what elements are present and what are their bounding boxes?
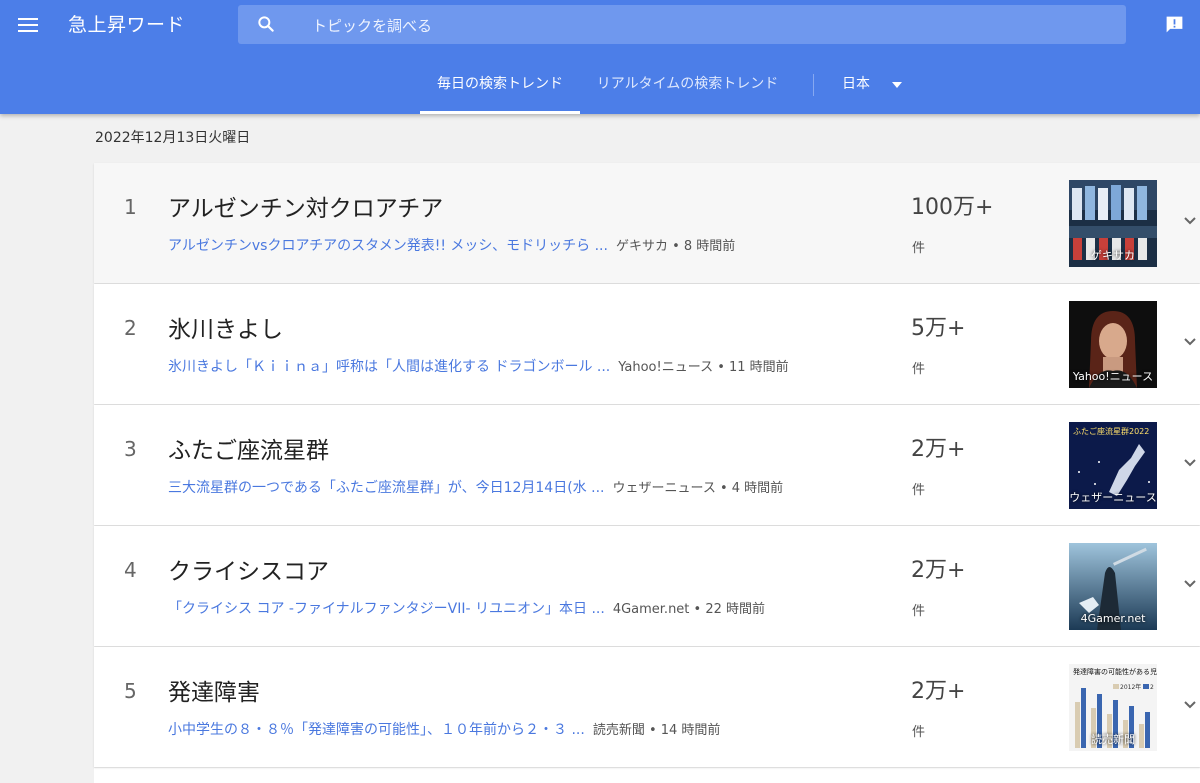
thumbnail-headline: 発達障害の可能性がある児童生徒の割合 xyxy=(1073,667,1157,676)
tab-realtime-trends[interactable]: リアルタイムの検索トレンド xyxy=(590,64,785,114)
expand-chevron-icon[interactable] xyxy=(1182,455,1198,471)
trend-row[interactable]: 1 アルゼンチン対クロアチア アルゼンチンvsクロアチアのスタメン発表!! メッ… xyxy=(94,163,1200,283)
search-count: 2万+ xyxy=(911,437,966,462)
trend-snippet: 三大流星群の一つである「ふたご座流星群」が、今日12月14日(水 ... ウェザー… xyxy=(168,477,783,497)
trend-title[interactable]: 発達障害 xyxy=(168,673,260,707)
thumbnail-source-label: Yahoo!ニュース xyxy=(1072,370,1154,383)
expand-chevron-icon[interactable] xyxy=(1182,334,1198,350)
article-link[interactable]: アルゼンチンvsクロアチアのスタメン発表!! メッシ、モドリッチら ... xyxy=(168,238,608,254)
thumbnail-source-label: ゲキサカ xyxy=(1091,249,1135,262)
thumbnail-source-label: 4Gamer.net xyxy=(1080,612,1146,625)
thumbnail-headline: ふたご座流星群2022 xyxy=(1073,426,1149,436)
trend-row[interactable]: 2 氷川きよし 氷川きよし「Ｋｉｉｎａ」呼称は「人間は進化する ドラゴンボール … xyxy=(94,284,1200,404)
region-select[interactable]: 日本 xyxy=(842,64,870,106)
search-icon[interactable] xyxy=(256,14,276,34)
search-count: 2万+ xyxy=(911,558,966,583)
trend-title[interactable]: 氷川きよし xyxy=(168,310,283,344)
thumbnail-source-label: 読売新聞 xyxy=(1091,733,1135,746)
trend-rank: 3 xyxy=(124,437,137,461)
article-source: ウェザーニュース • 4 時間前 xyxy=(612,481,784,496)
article-link[interactable]: 氷川きよし「Ｋｉｉｎａ」呼称は「人間は進化する ドラゴンボール ... xyxy=(168,359,610,375)
trend-rank: 1 xyxy=(124,195,137,219)
search-count: 100万+ xyxy=(911,195,994,220)
news-thumbnail[interactable]: ふたご座流星群2022 ウェザーニュース xyxy=(1069,422,1157,509)
news-thumbnail[interactable]: ゲキサカ xyxy=(1069,180,1157,267)
trend-title[interactable]: ふたご座流星群 xyxy=(168,431,329,465)
search-count: 2万+ xyxy=(911,679,966,704)
tab-divider xyxy=(813,74,814,96)
search-count-unit: 件 xyxy=(912,483,926,498)
article-source: 読売新聞 • 14 時間前 xyxy=(592,723,721,738)
trend-snippet: 氷川きよし「Ｋｉｉｎａ」呼称は「人間は進化する ドラゴンボール ... Yahoo… xyxy=(168,356,789,376)
trend-tabs: 毎日の検索トレンド リアルタイムの検索トレンド 日本 xyxy=(0,64,1200,114)
search-count: 5万+ xyxy=(911,316,966,341)
trend-row[interactable]: 5 発達障害 小中学生の８・８％「発達障害の可能性」、１０年前から２・３ ...… xyxy=(94,647,1200,767)
trend-row[interactable]: 3 ふたご座流星群 三大流星群の一つである「ふたご座流星群」が、今日12月14日… xyxy=(94,405,1200,525)
expand-chevron-icon[interactable] xyxy=(1182,213,1198,229)
article-source: ゲキサカ • 8 時間前 xyxy=(615,239,736,254)
search-input[interactable] xyxy=(310,5,1094,46)
app-bar: 急上昇ワード 毎日の検索トレンド リアルタイムの検索トレンド 日本 xyxy=(0,0,1200,114)
search-box[interactable] xyxy=(238,5,1126,46)
dropdown-arrow-icon[interactable] xyxy=(892,82,902,88)
thumbnail-legend: 2 xyxy=(1150,684,1154,691)
trend-rank: 5 xyxy=(124,679,137,703)
trend-list: 1 アルゼンチン対クロアチア アルゼンチンvsクロアチアのスタメン発表!! メッ… xyxy=(94,163,1200,783)
article-link[interactable]: 小中学生の８・８％「発達障害の可能性」、１０年前から２・３ ... xyxy=(168,722,585,738)
trend-title[interactable]: クライシスコア xyxy=(168,552,329,586)
trend-snippet: 「クライシス コア -ファイナルファンタジーVII- リユニオン」本日 ... 4… xyxy=(168,598,765,618)
article-link[interactable]: 三大流星群の一つである「ふたご座流星群」が、今日12月14日(水 ... xyxy=(168,480,604,496)
search-count-unit: 件 xyxy=(912,604,926,619)
menu-icon[interactable] xyxy=(18,15,38,33)
search-count-unit: 件 xyxy=(912,241,926,256)
tab-daily-trends[interactable]: 毎日の検索トレンド xyxy=(420,64,580,114)
search-count-unit: 件 xyxy=(912,725,926,740)
trend-row[interactable]: 4 クライシスコア 「クライシス コア -ファイナルファンタジーVII- リユニ… xyxy=(94,526,1200,646)
expand-chevron-icon[interactable] xyxy=(1182,576,1198,592)
search-count-unit: 件 xyxy=(912,362,926,377)
article-source: Yahoo!ニュース • 11 時間前 xyxy=(618,360,789,375)
news-thumbnail[interactable]: 4Gamer.net xyxy=(1069,543,1157,630)
trend-title[interactable]: アルゼンチン対クロアチア xyxy=(168,189,443,223)
app-title: 急上昇ワード xyxy=(68,14,186,36)
trend-row[interactable] xyxy=(94,768,1200,783)
news-thumbnail[interactable]: 発達障害の可能性がある児童生徒の割合 2012年 2 読売新聞 xyxy=(1069,664,1157,751)
trend-rank: 2 xyxy=(124,316,137,340)
news-thumbnail[interactable]: Yahoo!ニュース xyxy=(1069,301,1157,388)
thumbnail-source-label: ウェザーニュース xyxy=(1069,491,1157,504)
trend-snippet: アルゼンチンvsクロアチアのスタメン発表!! メッシ、モドリッチら ... ゲキサ… xyxy=(168,235,735,255)
article-source: 4Gamer.net • 22 時間前 xyxy=(612,602,766,617)
trend-rank: 4 xyxy=(124,558,137,582)
thumbnail-legend: 2012年 xyxy=(1120,683,1141,691)
trend-date: 2022年12月13日火曜日 xyxy=(95,130,251,146)
expand-chevron-icon[interactable] xyxy=(1182,697,1198,713)
article-link[interactable]: 「クライシス コア -ファイナルファンタジーVII- リユニオン」本日 ... xyxy=(168,601,605,617)
feedback-icon[interactable] xyxy=(1164,14,1185,35)
trend-snippet: 小中学生の８・８％「発達障害の可能性」、１０年前から２・３ ... 読売新聞 • … xyxy=(168,719,720,739)
